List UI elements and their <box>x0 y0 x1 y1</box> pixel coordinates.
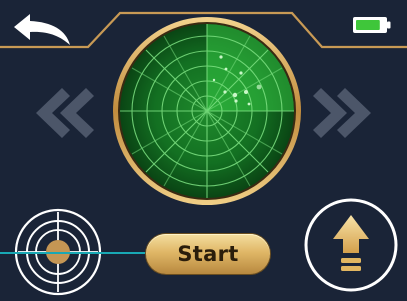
back-button[interactable] <box>8 6 76 50</box>
start-button[interactable]: Start <box>146 234 270 274</box>
next-button[interactable] <box>309 84 375 142</box>
start-button-label: Start <box>177 242 239 266</box>
target-button[interactable] <box>14 208 102 296</box>
radar-scope <box>113 17 301 205</box>
battery-icon <box>353 17 391 33</box>
previous-button[interactable] <box>32 84 98 142</box>
upgrade-button[interactable] <box>305 199 397 291</box>
radar-grid <box>120 24 294 198</box>
